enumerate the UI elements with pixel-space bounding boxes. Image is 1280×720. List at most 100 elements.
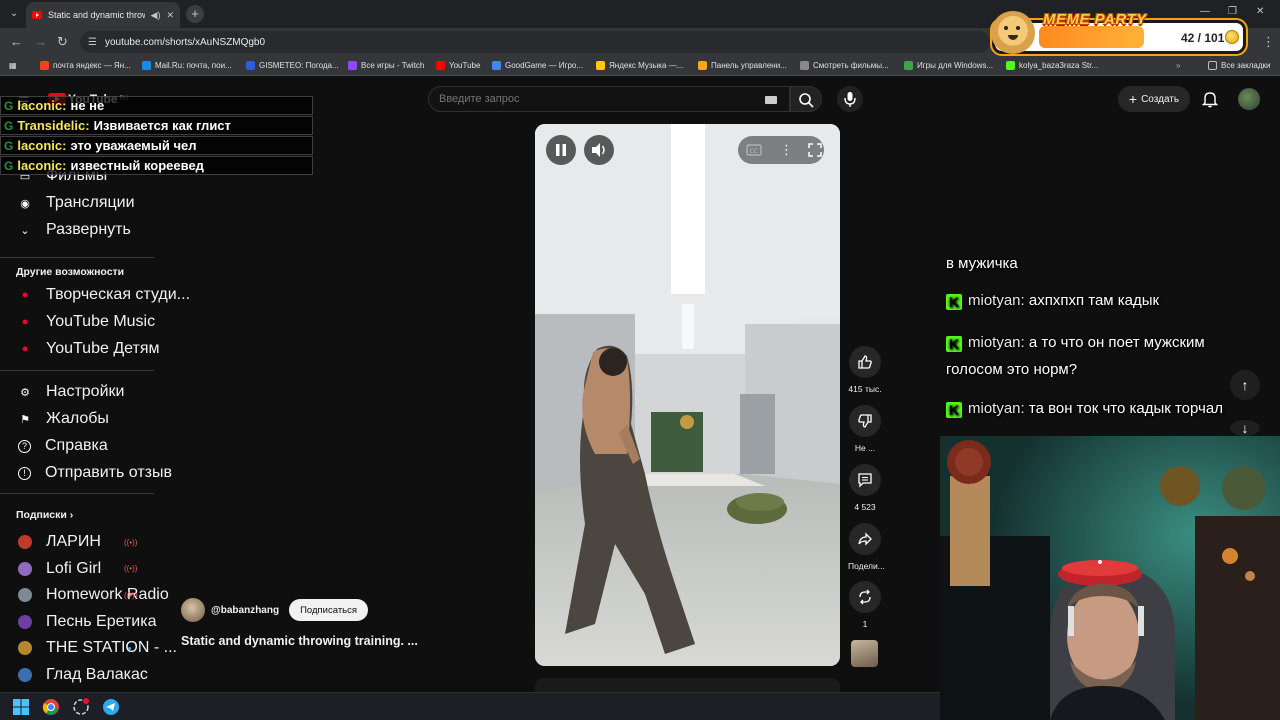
meme-progress-fill: [1039, 26, 1144, 48]
back-icon[interactable]: ←: [10, 34, 23, 50]
bookmark-item[interactable]: Все игры - Twitch: [348, 61, 424, 70]
chat-text: а то что он поет мужским: [1028, 334, 1205, 351]
feedback-icon: !: [18, 466, 31, 480]
new-content-dot: [128, 646, 131, 650]
sidebar-item[interactable]: ● YouTube Детям: [0, 337, 160, 361]
sidebar-item[interactable]: ● Творческая студи...: [0, 283, 190, 307]
browser-menu-icon[interactable]: ⋮: [1262, 34, 1275, 50]
bookmarks-overflow-icon[interactable]: »: [1176, 61, 1180, 70]
sidebar-item-label: Отправить отзыв: [45, 464, 172, 481]
chat-text: ахпхпхп там кадык: [1028, 292, 1160, 309]
like-button[interactable]: [849, 346, 881, 378]
bookmark-item[interactable]: kolya_baza3raza Str...: [1006, 61, 1098, 70]
subscription-item[interactable]: Lofi Girl ((•)): [0, 557, 154, 581]
fullscreen-icon[interactable]: [808, 143, 822, 157]
subscribe-button[interactable]: Подписаться: [289, 599, 369, 621]
tab-close-icon[interactable]: ✕: [166, 10, 174, 21]
scroll-up-button[interactable]: ↑: [1230, 370, 1260, 400]
short-title[interactable]: Static and dynamic throwing training. ..…: [181, 634, 418, 648]
forward-icon[interactable]: →: [34, 34, 47, 50]
comments-action[interactable]: 4 523: [848, 464, 882, 512]
comments-button[interactable]: [849, 464, 881, 496]
sound-thumbnail[interactable]: [851, 640, 878, 667]
telegram-icon[interactable]: [102, 698, 120, 716]
bookmark-item[interactable]: Игры для Windows...: [904, 61, 993, 70]
channel-name[interactable]: @babanzhang: [211, 605, 279, 616]
chat-username: miotyan:: [968, 292, 1025, 309]
dislike-button[interactable]: [849, 405, 881, 437]
bookmark-item[interactable]: Яндекс Музыка —...: [596, 61, 683, 70]
share-button[interactable]: [849, 523, 881, 555]
bookmark-favicon-icon: [1006, 61, 1015, 70]
kids-icon: ●: [21, 343, 29, 355]
remix-icon: [859, 589, 871, 605]
remix-button[interactable]: [849, 581, 881, 613]
site-info-icon[interactable]: ☰: [88, 37, 97, 48]
bookmark-favicon-icon: [698, 61, 707, 70]
sidebar-item[interactable]: ? Справка: [0, 434, 154, 458]
sidebar-item[interactable]: ⚑ Жалобы: [0, 407, 154, 431]
search-button[interactable]: [790, 86, 822, 112]
search-box[interactable]: [428, 86, 790, 112]
bookmark-label: GoodGame — Игро...: [505, 61, 584, 70]
share-action[interactable]: Подели...: [848, 523, 885, 571]
voice-search-button[interactable]: [837, 86, 863, 112]
chat-text: это уважаемый чел: [70, 138, 197, 153]
volume-button[interactable]: [584, 135, 614, 165]
sidebar-item[interactable]: ⌄ Развернуть: [0, 218, 154, 242]
captions-icon[interactable]: CC: [746, 143, 762, 157]
dislike-action[interactable]: Не ...: [848, 405, 882, 453]
sidebar-item[interactable]: ⚙ Настройки: [0, 380, 154, 404]
all-bookmarks-button[interactable]: Все закладки: [1208, 61, 1270, 70]
bookmark-item[interactable]: GISMETEO: Погода...: [246, 61, 339, 70]
keyboard-icon[interactable]: [765, 96, 777, 104]
bookmark-item[interactable]: Mail.Ru: почта, пои...: [142, 61, 232, 70]
video-frame: [535, 124, 840, 666]
subscription-item[interactable]: Homework Radio ((•)): [0, 583, 169, 607]
chat-message: Glaconic: известный кореевед: [0, 156, 313, 175]
chrome-icon[interactable]: [42, 698, 60, 716]
channel-avatar[interactable]: [181, 598, 205, 622]
subscriptions-heading[interactable]: Подписки ›: [16, 509, 73, 521]
bookmark-item[interactable]: YouTube: [436, 61, 480, 70]
live-icon: ((•)): [124, 537, 138, 547]
account-avatar[interactable]: [1238, 88, 1260, 110]
notifications-bell-icon[interactable]: [1202, 90, 1218, 108]
apps-grid-icon[interactable]: ▦: [9, 61, 17, 70]
tab-audio-icon[interactable]: ◀): [151, 10, 161, 21]
sidebar-item[interactable]: ● YouTube Music: [0, 310, 155, 334]
close-window-icon[interactable]: ✕: [1256, 6, 1264, 17]
url-bar[interactable]: ☰ youtube.com/shorts/xAuNSZMQgb0: [80, 31, 990, 53]
bookmark-item[interactable]: Смотреть фильмы...: [800, 61, 889, 70]
minimize-icon[interactable]: —: [1200, 6, 1210, 17]
new-tab-button[interactable]: +: [186, 5, 204, 23]
chat-text: не не: [70, 98, 105, 113]
streamer-webcam: [940, 436, 1280, 720]
scroll-down-button[interactable]: ↓: [1230, 420, 1260, 436]
subscription-item[interactable]: THE STATION - ...: [0, 636, 177, 660]
windows-start-icon[interactable]: [12, 698, 30, 716]
bookmark-label: Игры для Windows...: [917, 61, 994, 70]
maximize-icon[interactable]: ❐: [1228, 6, 1237, 17]
active-tab[interactable]: Static and dynamic throwing ◀) ✕: [26, 2, 180, 28]
app-icon[interactable]: [72, 698, 90, 716]
sidebar-item-label: Трансляции: [46, 194, 135, 211]
subscription-item[interactable]: Глад Валакас: [0, 663, 154, 687]
bookmark-item[interactable]: почта яндекс — Ян...: [40, 61, 131, 70]
tab-search-button[interactable]: ⌄: [6, 6, 22, 22]
bookmark-item[interactable]: GoodGame — Игро...: [492, 61, 583, 70]
reload-icon[interactable]: ↻: [57, 34, 68, 50]
more-options-icon[interactable]: ⋮: [780, 142, 793, 158]
search-input[interactable]: [439, 93, 759, 105]
sidebar-item[interactable]: ! Отправить отзыв: [0, 461, 172, 485]
next-short-preview[interactable]: [535, 678, 840, 692]
bookmark-item[interactable]: Панель управлени...: [698, 61, 787, 70]
sidebar-item[interactable]: ◉ Трансляции: [0, 191, 154, 215]
like-action[interactable]: 415 тыс.: [848, 346, 882, 394]
shorts-video-player[interactable]: [535, 124, 840, 666]
remix-action[interactable]: 1: [848, 581, 882, 629]
create-button[interactable]: + Создать: [1118, 86, 1190, 112]
subscription-item[interactable]: Песнь Еретика: [0, 610, 156, 634]
pause-button[interactable]: [546, 135, 576, 165]
subscription-item[interactable]: ЛАРИН ((•)): [0, 530, 154, 554]
